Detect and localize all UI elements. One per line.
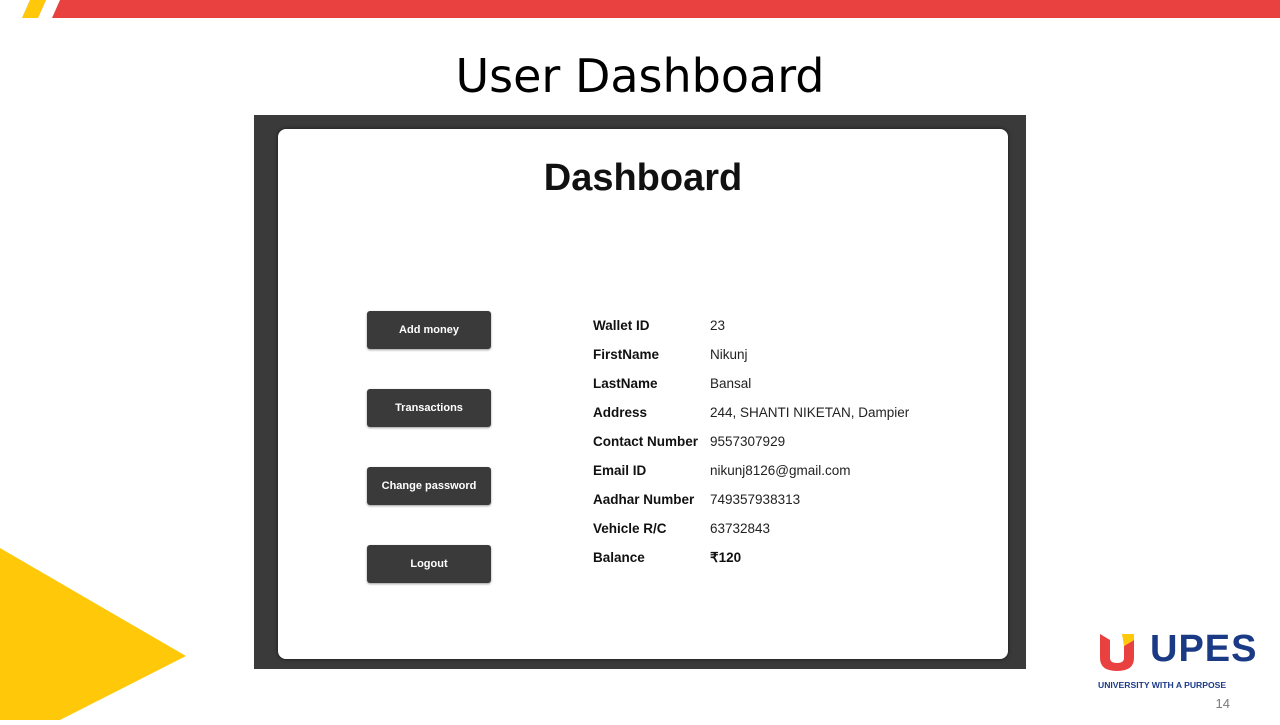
upes-logo-text: UPES [1150, 628, 1258, 670]
field-value: 63732843 [710, 521, 771, 536]
transactions-button[interactable]: Transactions [367, 389, 491, 427]
info-row-balance: Balance ₹120 [593, 543, 909, 572]
field-value: Bansal [710, 376, 752, 391]
field-value: 244, SHANTI NIKETAN, Dampier [710, 405, 910, 420]
info-row-aadhar-number: Aadhar Number 749357938313 [593, 485, 909, 514]
info-row-contact-number: Contact Number 9557307929 [593, 427, 909, 456]
field-label: Contact Number [593, 434, 699, 449]
top-accent-bar [0, 0, 1280, 18]
slide-title: User Dashboard [455, 49, 825, 103]
dashboard-screenshot: Dashboard Add money Transactions Change … [254, 115, 1026, 669]
upes-tagline: UNIVERSITY WITH A PURPOSE [1098, 680, 1227, 690]
yellow-triangle-decoration [0, 548, 190, 725]
info-row-lastname: LastName Bansal [593, 369, 909, 398]
field-label: Email ID [593, 463, 647, 478]
add-money-button[interactable]: Add money [367, 311, 491, 349]
page-number: 14 [1215, 696, 1230, 711]
field-label: Wallet ID [593, 318, 650, 333]
logout-button[interactable]: Logout [367, 545, 491, 583]
change-password-button[interactable]: Change password [367, 467, 491, 505]
field-value: nikunj8126@gmail.com [710, 463, 851, 478]
info-row-wallet-id: Wallet ID 23 [593, 311, 909, 340]
field-label: Address [593, 405, 648, 420]
user-info-table: Wallet ID 23 FirstName Nikunj LastName B… [593, 311, 909, 572]
dashboard-panel: Dashboard Add money Transactions Change … [278, 129, 1008, 659]
field-label: LastName [593, 376, 658, 391]
info-row-vehicle-rc: Vehicle R/C 63732843 [593, 514, 909, 543]
field-label: Balance [593, 550, 645, 565]
info-row-email-id: Email ID nikunj8126@gmail.com [593, 456, 909, 485]
info-row-firstname: FirstName Nikunj [593, 340, 909, 369]
upes-logo-mark-icon [1100, 634, 1134, 671]
field-label: FirstName [593, 347, 660, 362]
field-label: Aadhar Number [593, 492, 695, 507]
info-row-address: Address 244, SHANTI NIKETAN, Dampier [593, 398, 909, 427]
field-value: 23 [710, 318, 726, 333]
field-value: Nikunj [710, 347, 748, 362]
balance-value: ₹120 [710, 549, 742, 565]
field-label: Vehicle R/C [593, 521, 667, 536]
dashboard-title: Dashboard [543, 157, 743, 199]
field-value: 9557307929 [710, 434, 786, 449]
field-value: 749357938313 [710, 492, 801, 507]
